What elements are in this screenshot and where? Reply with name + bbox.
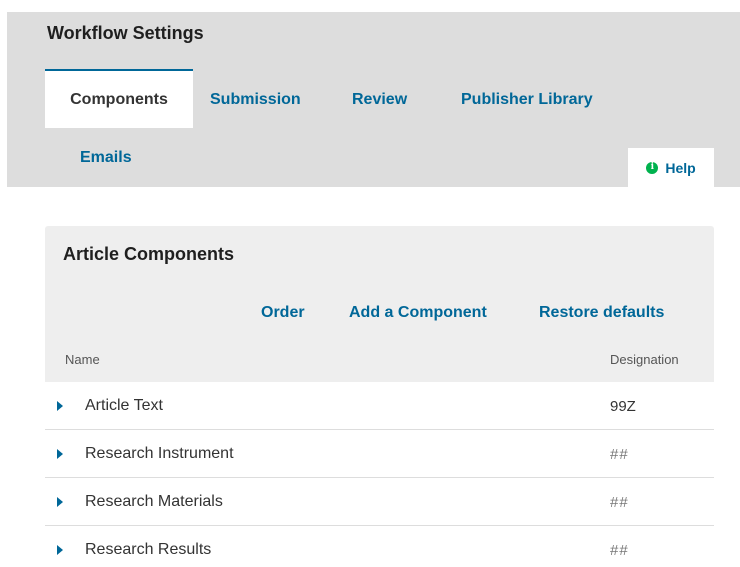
tab-components-label: Components [70, 90, 168, 108]
help-button[interactable]: i Help [628, 148, 714, 187]
tab-components[interactable]: Components [45, 69, 193, 128]
component-name: Research Instrument [85, 445, 234, 462]
page-title: Workflow Settings [47, 23, 204, 43]
tab-publisher-library[interactable]: Publisher Library [461, 91, 593, 109]
article-components-panel: Article Components Order Add a Component… [45, 226, 714, 567]
add-component-button[interactable]: Add a Component [349, 304, 487, 322]
panel-title: Article Components [63, 244, 235, 264]
component-designation: ## [610, 446, 629, 463]
component-name: Research Materials [85, 493, 223, 510]
table-row[interactable]: Research Materials ## [45, 478, 714, 526]
table-row[interactable]: Research Instrument ## [45, 430, 714, 478]
info-icon: i [646, 161, 659, 174]
tab-emails[interactable]: Emails [80, 149, 132, 167]
component-name: Research Results [85, 541, 212, 558]
help-label: Help [665, 159, 696, 176]
components-list: Article Text 99Z Research Instrument ## … [45, 382, 714, 567]
expand-caret-icon[interactable] [57, 401, 63, 411]
expand-caret-icon[interactable] [57, 545, 63, 555]
column-header-name: Name [65, 352, 100, 367]
table-row[interactable]: Article Text 99Z [45, 382, 714, 430]
component-designation: ## [610, 494, 629, 511]
workflow-settings-header: Workflow Settings Components Submission … [7, 12, 740, 187]
table-row[interactable]: Research Results ## [45, 526, 714, 567]
tab-review[interactable]: Review [352, 91, 407, 109]
restore-defaults-button[interactable]: Restore defaults [539, 304, 664, 322]
column-header-designation: Designation [610, 352, 679, 367]
expand-caret-icon[interactable] [57, 449, 63, 459]
component-designation: ## [610, 542, 629, 559]
order-button[interactable]: Order [261, 304, 305, 322]
expand-caret-icon[interactable] [57, 497, 63, 507]
component-name: Article Text [85, 397, 163, 414]
tab-submission[interactable]: Submission [210, 91, 301, 109]
component-designation: 99Z [610, 398, 636, 415]
